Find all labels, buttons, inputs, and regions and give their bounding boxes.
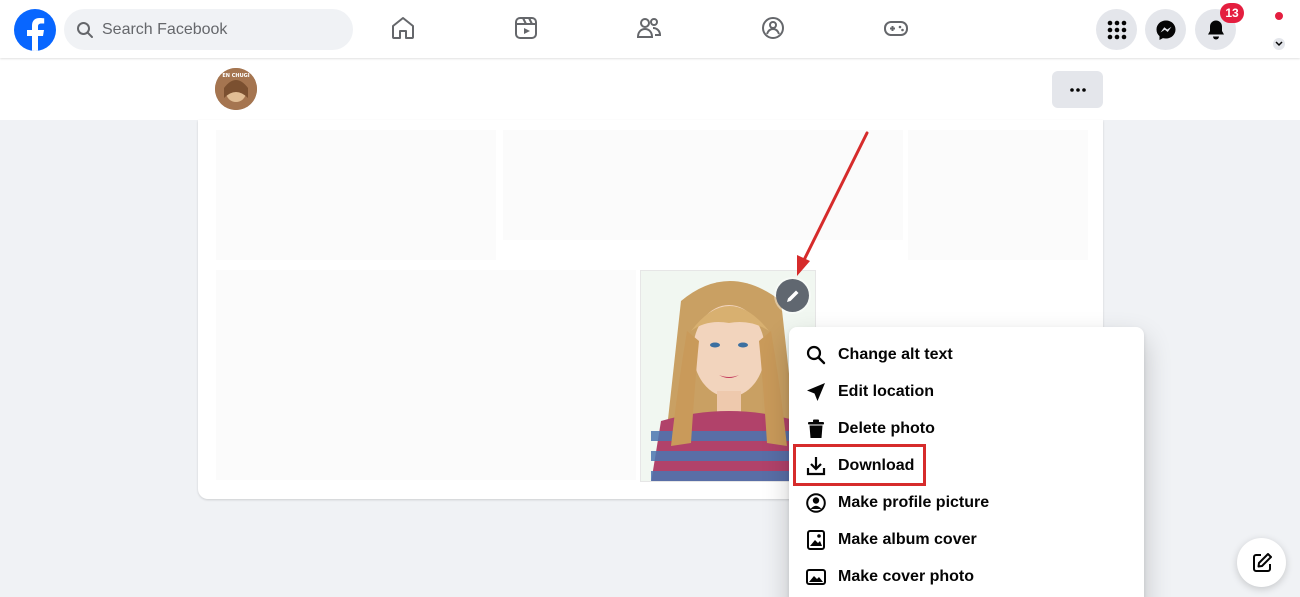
home-icon[interactable]: [389, 14, 417, 42]
top-navbar: [0, 0, 1300, 58]
more-options-button[interactable]: [1052, 71, 1103, 108]
status-dot: [1274, 11, 1284, 21]
album-icon: [806, 529, 826, 550]
menu-item-change-alt-text[interactable]: Change alt text: [789, 336, 1144, 373]
groups-icon[interactable]: [759, 14, 787, 42]
menu-item-label: Make profile picture: [838, 493, 990, 511]
friends-icon[interactable]: [635, 14, 663, 42]
trash-icon: [806, 419, 826, 439]
edit-photo-button[interactable]: [776, 279, 809, 312]
post-author-avatar[interactable]: EN CHUGI: [215, 68, 257, 110]
faded-photo-placeholder: [216, 270, 636, 480]
avatar-badge-text: EN CHUGI: [222, 73, 249, 79]
notification-count-badge: 13: [1220, 3, 1244, 23]
pencil-icon: [786, 290, 798, 302]
video-icon[interactable]: [512, 14, 540, 42]
gaming-icon[interactable]: [882, 14, 910, 42]
menu-item-make-cover-photo[interactable]: Make cover photo: [789, 558, 1144, 595]
menu-item-edit-location[interactable]: Edit location: [789, 373, 1144, 410]
search-icon: [76, 21, 94, 39]
faded-photo-placeholder: [216, 130, 496, 260]
menu-item-label: Make album cover: [838, 530, 977, 548]
menu-item-label: Change alt text: [838, 345, 953, 363]
cover-photo-icon: [806, 567, 826, 587]
faded-photo-placeholder: [908, 130, 1088, 260]
menu-item-make-profile-picture[interactable]: Make profile picture: [789, 484, 1144, 521]
download-highlight-box: [793, 444, 926, 486]
search-input[interactable]: [102, 20, 322, 39]
facebook-logo-icon[interactable]: [14, 9, 56, 51]
menu-item-label: Make cover photo: [838, 567, 975, 585]
search-icon: [806, 345, 826, 365]
compose-message-button[interactable]: [1237, 538, 1286, 587]
more-dots-icon: [1069, 87, 1086, 92]
chevron-down-icon[interactable]: [1273, 38, 1285, 50]
menu-item-label: Delete photo: [838, 419, 935, 437]
menu-item-delete-photo[interactable]: Delete photo: [789, 410, 1144, 447]
menu-item-make-album-cover[interactable]: Make album cover: [789, 521, 1144, 558]
menu-grid-icon[interactable]: [1096, 9, 1137, 50]
menu-item-label: Edit location: [838, 382, 934, 400]
faded-photo-placeholder: [503, 130, 903, 240]
location-arrow-icon: [806, 382, 826, 402]
messenger-icon[interactable]: [1145, 9, 1186, 50]
search-bar[interactable]: [64, 9, 353, 50]
profile-circle-icon: [806, 492, 826, 513]
compose-edit-icon: [1252, 552, 1272, 572]
post-header-bar: [0, 58, 1300, 120]
